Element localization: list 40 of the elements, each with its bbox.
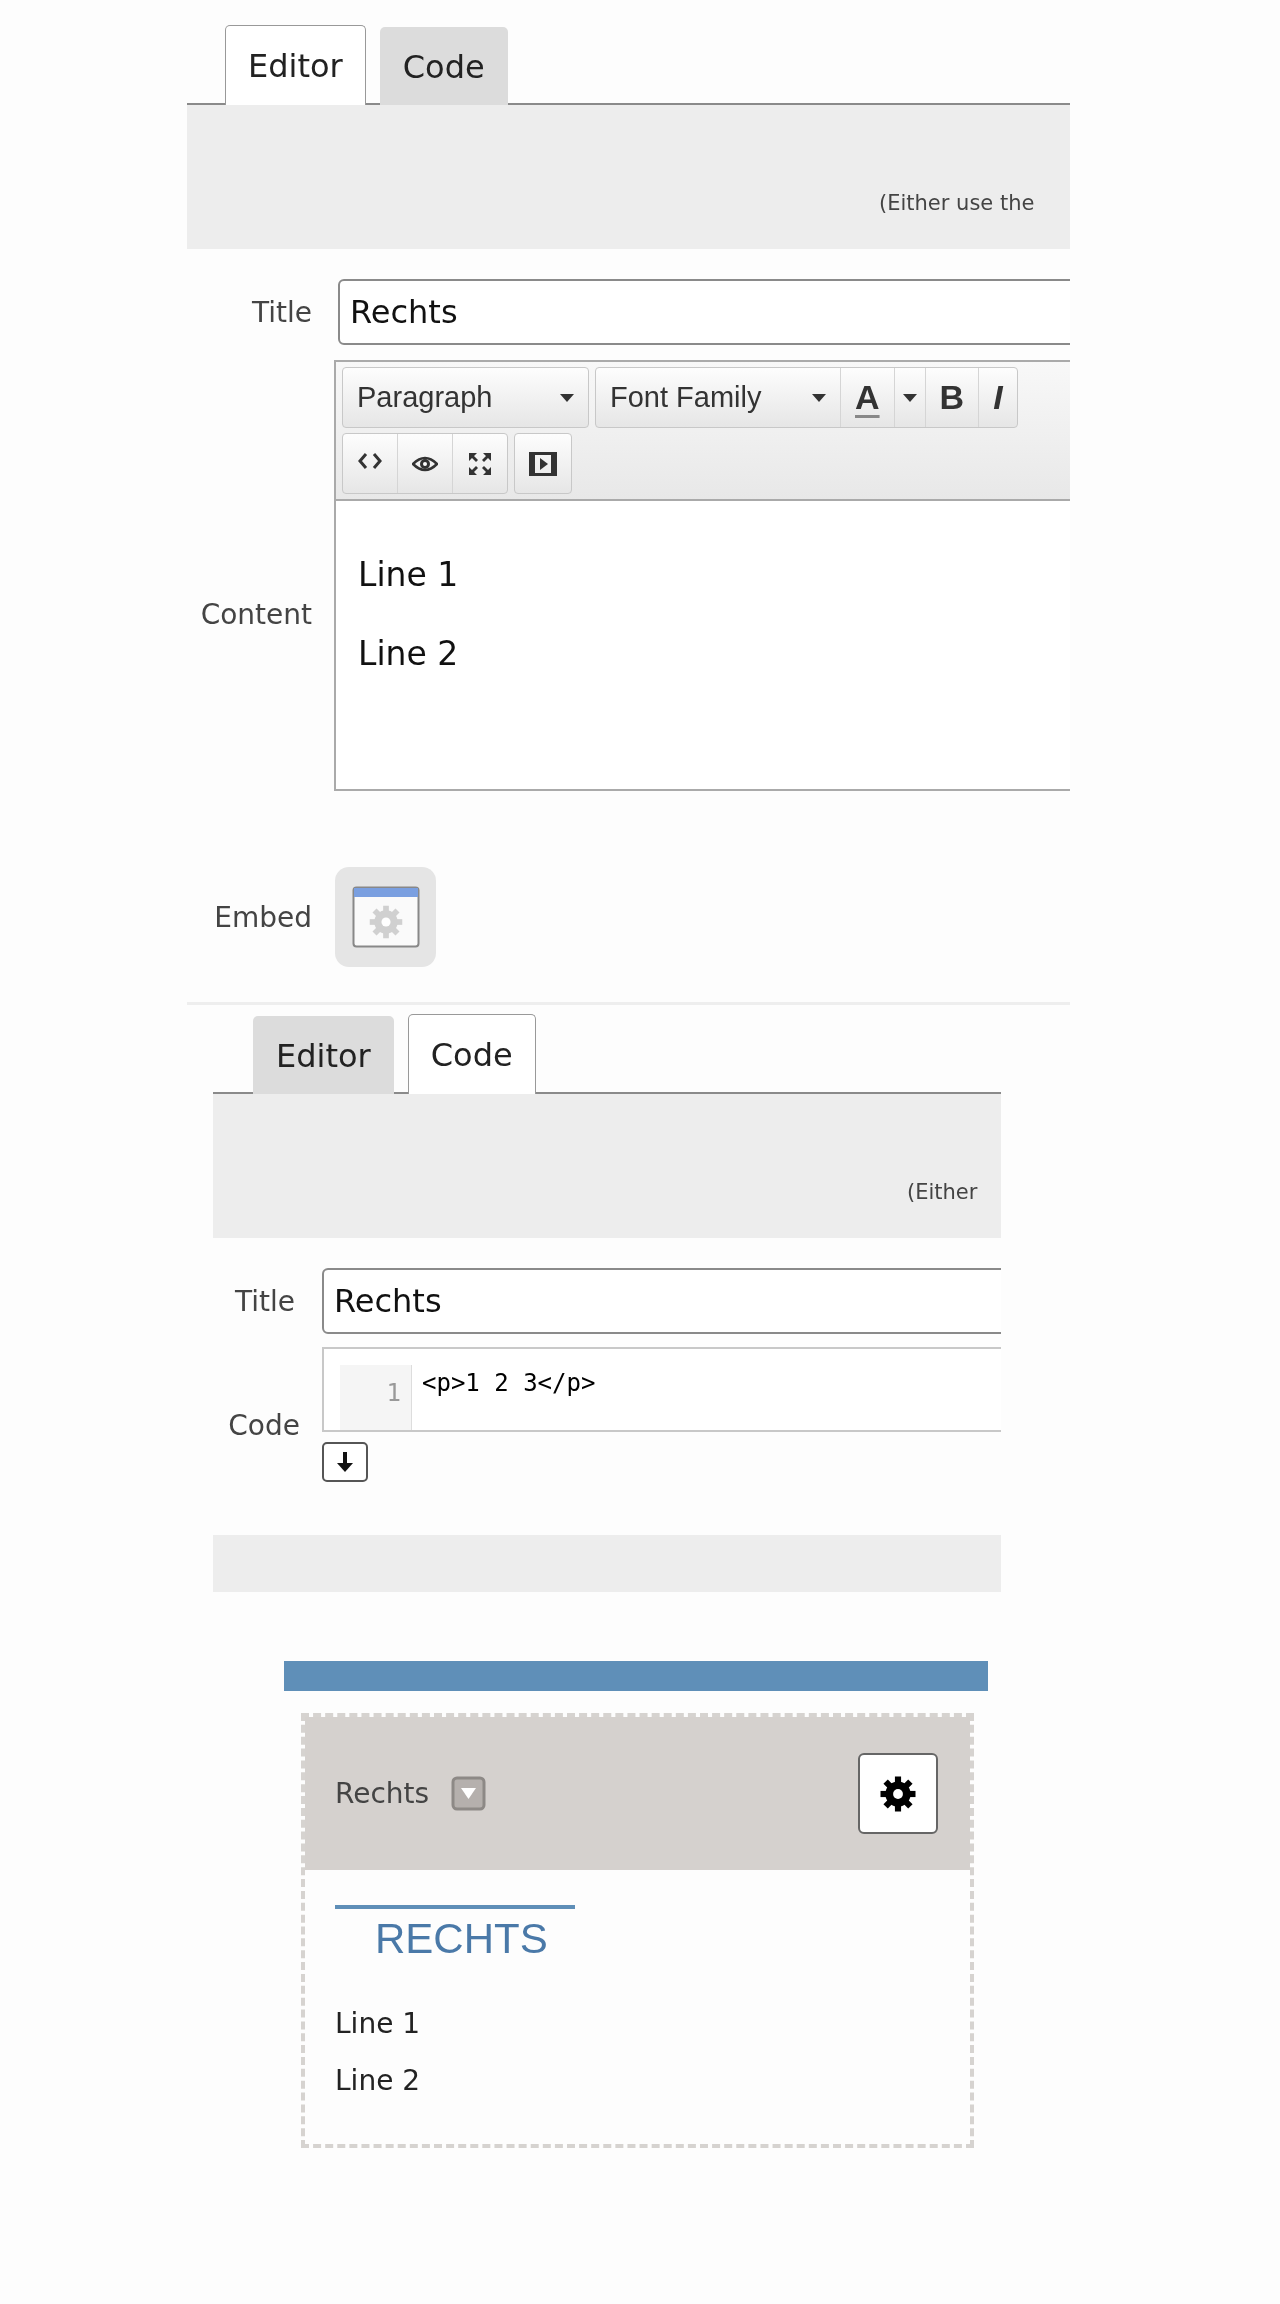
field-label: Content: [199, 598, 312, 633]
settings-button[interactable]: [858, 1753, 938, 1834]
paragraph-text: Line 2: [358, 634, 459, 673]
widget-heading: RECHTS: [375, 1915, 549, 1963]
caret-icon: [560, 393, 574, 402]
down-arrow-icon: [336, 1451, 354, 1473]
fullscreen-icon: [467, 450, 493, 477]
paragraph-text: Line 1: [335, 2007, 421, 2040]
caret-icon: [902, 393, 917, 402]
content-area[interactable]: Line 1 Line 2: [336, 501, 1070, 727]
code-line: <p>1 2 3</p>: [421, 1368, 596, 1397]
bold-button[interactable]: B: [925, 368, 980, 427]
field-label: Title: [234, 1284, 295, 1318]
text-color-button[interactable]: A: [841, 368, 895, 427]
line-number: 1: [385, 1379, 401, 1407]
field-label: Embed: [213, 900, 312, 934]
expand-button[interactable]: [322, 1442, 368, 1482]
tab[interactable]: Editor: [225, 25, 366, 105]
paragraph-text: Line 1: [358, 555, 459, 594]
italic-button[interactable]: I: [979, 368, 1017, 427]
hint-text: (Either: [907, 1180, 978, 1204]
hint-text: (Either use the: [879, 191, 1035, 215]
dropdown-toggle[interactable]: [451, 1776, 487, 1811]
widget-title: Rechts: [335, 1777, 430, 1810]
window-gear-icon: [351, 886, 420, 948]
font-family-dropdown[interactable]: Font Family: [596, 368, 841, 427]
title-input[interactable]: Rechts: [322, 1268, 1001, 1334]
title-input[interactable]: Rechts: [338, 279, 1070, 345]
embed-button[interactable]: [335, 867, 436, 967]
tab[interactable]: Code: [407, 1014, 536, 1094]
tab[interactable]: Editor: [253, 1016, 394, 1094]
field-label: Code: [227, 1409, 300, 1444]
film-icon: [529, 451, 557, 476]
code-editor[interactable]: 1 <p>1 2 3</p>: [322, 1347, 1001, 1432]
caret-icon: [812, 393, 826, 402]
dropdown-icon: [451, 1776, 487, 1811]
field-label: Title: [251, 295, 312, 329]
format-dropdown[interactable]: Paragraph: [343, 368, 588, 427]
tab[interactable]: Code: [379, 27, 508, 105]
paragraph-text: Line 2: [335, 2064, 421, 2097]
